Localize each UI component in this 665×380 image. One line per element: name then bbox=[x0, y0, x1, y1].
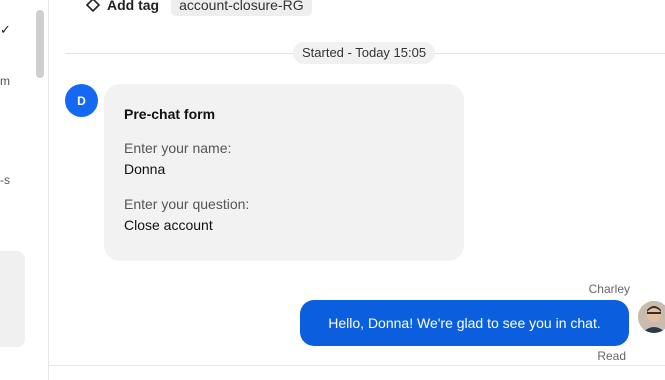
read-status: Read bbox=[597, 349, 626, 363]
question-answer: Donna bbox=[124, 161, 166, 177]
add-tag-label: Add tag bbox=[107, 0, 160, 13]
question-label: Enter your question: bbox=[124, 196, 250, 212]
conversation-list-panel: ✓ m -s bbox=[0, 0, 49, 380]
add-tag-button[interactable]: Add tag bbox=[85, 0, 159, 13]
prechat-form-title: Pre-chat form bbox=[124, 106, 216, 122]
question-answer: Close account bbox=[124, 217, 213, 233]
composer-divider bbox=[48, 365, 665, 366]
agent-name: Charley bbox=[588, 282, 630, 296]
tag-icon bbox=[85, 0, 101, 13]
customer-avatar: D bbox=[65, 84, 98, 117]
checkmark-icon: ✓ bbox=[0, 22, 11, 37]
list-item-card[interactable] bbox=[0, 251, 25, 347]
chat-header: Add tag account-closure-RG bbox=[85, 0, 312, 16]
question-label: Enter your name: bbox=[124, 140, 232, 156]
chat-started-label: Started - Today 15:05 bbox=[293, 42, 436, 64]
agent-avatar bbox=[638, 301, 665, 333]
list-item-fragment: m bbox=[0, 74, 10, 88]
tag-chip[interactable]: account-closure-RG bbox=[171, 0, 312, 16]
agent-message-bubble: Hello, Donna! We're glad to see you in c… bbox=[300, 300, 629, 346]
scrollbar-thumb[interactable] bbox=[36, 10, 44, 78]
prechat-form-bubble: Pre-chat form Enter your name: Donna Ent… bbox=[104, 84, 464, 261]
list-item-fragment: -s bbox=[0, 173, 10, 187]
